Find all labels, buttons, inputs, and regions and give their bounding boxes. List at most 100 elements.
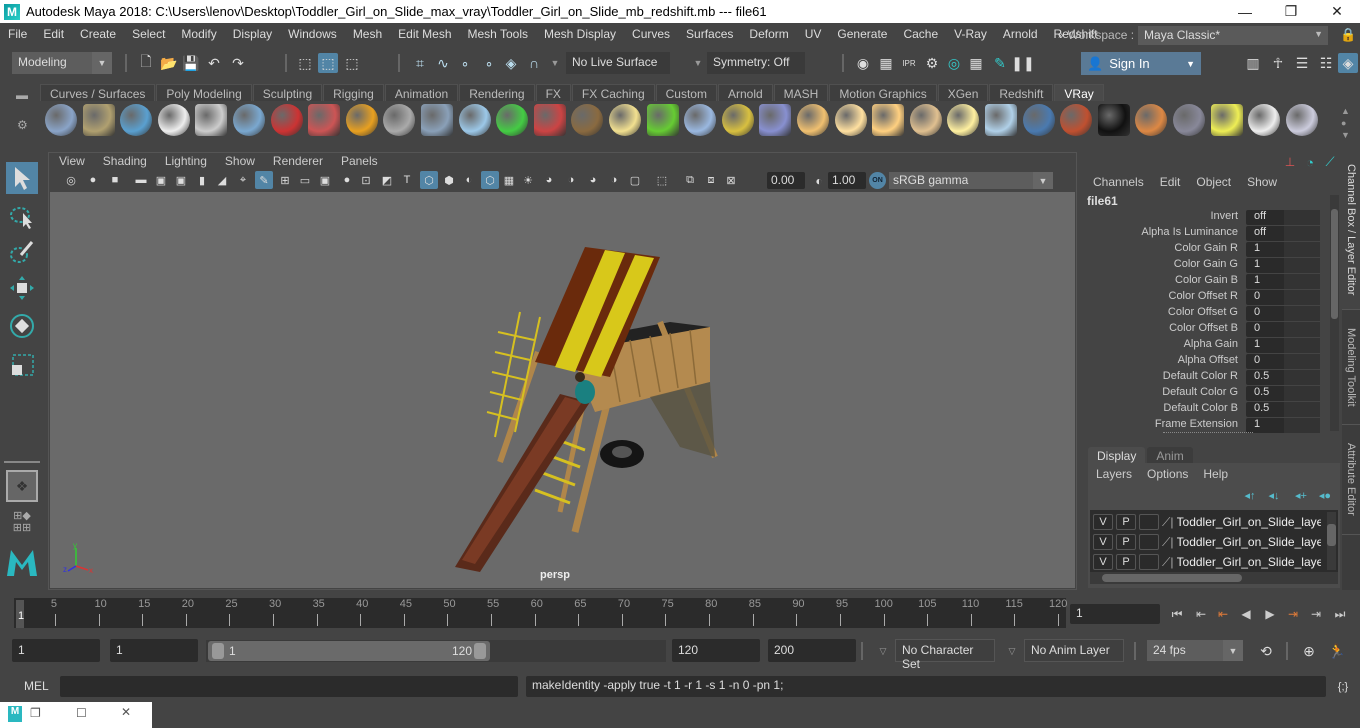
command-input[interactable]: [60, 676, 518, 697]
layer-row[interactable]: V P ⟋| Toddler_Girl_on_Slide_layer4: [1093, 553, 1321, 571]
backface-icon[interactable]: ⧈: [702, 171, 720, 189]
menu-edit-mesh[interactable]: Edit Mesh: [390, 27, 459, 41]
attribute-value[interactable]: off: [1246, 226, 1320, 241]
vray-logo-icon[interactable]: [157, 104, 190, 136]
restore-icon[interactable]: ❐: [30, 706, 41, 720]
channel-attribute-row[interactable]: Alpha Gain 1: [1090, 338, 1330, 353]
image-plane-icon[interactable]: ▬: [132, 171, 150, 189]
menu-mesh-tools[interactable]: Mesh Tools: [460, 27, 536, 41]
new-layer-icon[interactable]: ◂+: [1291, 485, 1311, 505]
vray-checker-icon[interactable]: [1097, 104, 1130, 136]
both-show-icon[interactable]: ⟋: [1320, 152, 1340, 172]
layer-name[interactable]: Toddler_Girl_on_Slide_layer4: [1177, 515, 1321, 529]
save-scene-icon[interactable]: 💾: [181, 53, 201, 73]
vray-fur-icon[interactable]: [646, 104, 679, 136]
snap-magnet-icon[interactable]: ∩: [524, 53, 544, 73]
paint-select-tool-icon[interactable]: [6, 236, 38, 268]
grid-icon[interactable]: ✎: [255, 171, 273, 189]
attribute-value[interactable]: 1: [1246, 274, 1320, 289]
attribute-value[interactable]: 0: [1246, 290, 1320, 305]
exposure-icon[interactable]: ⊠: [722, 171, 740, 189]
cb-menu-channels[interactable]: Channels: [1093, 175, 1144, 189]
rotate-tool-icon[interactable]: [6, 310, 38, 342]
menu-windows[interactable]: Windows: [280, 27, 345, 41]
vray-sphere-light2-icon[interactable]: [872, 104, 905, 136]
vray-camera-icon[interactable]: [270, 104, 303, 136]
menu-generate[interactable]: Generate: [829, 27, 895, 41]
menu-edit[interactable]: Edit: [35, 27, 72, 41]
channel-attribute-row[interactable]: Color Offset R 0: [1090, 290, 1330, 305]
layer-list-hscrollbar[interactable]: [1090, 572, 1338, 584]
overflow-chevron-icon[interactable]: »: [1058, 30, 1064, 41]
shelf-tab-vray[interactable]: VRay: [1054, 84, 1104, 102]
layer-color-swatch-icon[interactable]: ⟋|: [1162, 535, 1174, 550]
smooth-shade-icon[interactable]: ⬡: [420, 171, 438, 189]
shelf-tab-fx-caching[interactable]: FX Caching: [571, 84, 655, 102]
layer-row[interactable]: V P ⟋| Toddler_Girl_on_Slide_layer4: [1093, 513, 1321, 531]
light-editor-icon[interactable]: ✎: [990, 53, 1010, 73]
sign-in-button[interactable]: 👤 Sign In ▼: [1081, 52, 1201, 75]
isolate-select-icon[interactable]: ▢: [626, 171, 644, 189]
play-backward-icon[interactable]: ◀: [1237, 605, 1255, 623]
snap-live-icon[interactable]: ◈: [501, 53, 521, 73]
view-transform-dropdown[interactable]: sRGB gamma ▼: [889, 172, 1053, 189]
go-to-end-icon[interactable]: ⏭: [1331, 605, 1349, 623]
viewport-menu-shading[interactable]: Shading: [94, 154, 156, 170]
menu-select[interactable]: Select: [124, 27, 173, 41]
chevron-down-icon[interactable]: ▼: [545, 53, 565, 73]
minimize-button[interactable]: —: [1222, 0, 1268, 23]
tool-settings-toggle-icon[interactable]: ☷: [1316, 53, 1336, 73]
menu-cache[interactable]: Cache: [895, 27, 946, 41]
xray-active-icon[interactable]: ⧉: [681, 171, 699, 189]
wireframe-icon[interactable]: T: [398, 171, 416, 189]
render-frame-icon[interactable]: ▦: [876, 53, 896, 73]
film-gate-icon[interactable]: ⊞: [276, 171, 294, 189]
script-editor-icon[interactable]: {;}: [1333, 677, 1353, 697]
vray-molecule-icon[interactable]: [308, 104, 341, 136]
xray-joints-icon[interactable]: ⬚: [653, 171, 671, 189]
attribute-value[interactable]: 1: [1246, 418, 1320, 433]
script-language-toggle[interactable]: MEL: [24, 679, 49, 693]
move-layer-down-icon[interactable]: ◂↓: [1264, 485, 1284, 505]
channel-attribute-row[interactable]: Default Color R 0.5: [1090, 370, 1330, 385]
menu-arnold[interactable]: Arnold: [995, 27, 1046, 41]
character-set-field[interactable]: No Character Set: [895, 639, 995, 671]
menu-mesh-display[interactable]: Mesh Display: [536, 27, 624, 41]
ipr-render-icon[interactable]: IPR: [899, 53, 919, 73]
viewport-menu-panels[interactable]: Panels: [332, 154, 387, 170]
vray-list-icon[interactable]: [120, 104, 153, 136]
render-settings-icon[interactable]: ⚙: [922, 53, 942, 73]
playback-start-field[interactable]: 1: [110, 639, 198, 662]
animation-start-field[interactable]: 1: [12, 639, 100, 662]
range-slider-start-handle[interactable]: [212, 643, 224, 659]
channel-attribute-row[interactable]: Invert off: [1090, 210, 1330, 225]
cb-menu-show[interactable]: Show: [1247, 175, 1277, 189]
use-all-lights-icon[interactable]: ▦: [500, 171, 518, 189]
shelf-tab-custom[interactable]: Custom: [655, 84, 717, 102]
camera-attributes-icon[interactable]: ●: [84, 171, 102, 189]
shelf-tab-curves-surfaces[interactable]: Curves / Surfaces: [40, 84, 156, 102]
human-ik-toggle-icon[interactable]: ☥: [1268, 53, 1288, 73]
lasso-tool-icon[interactable]: [6, 200, 38, 232]
layer-name[interactable]: Toddler_Girl_on_Slide_layer4: [1177, 535, 1321, 549]
play-forward-icon[interactable]: ▶: [1261, 605, 1279, 623]
vray-settings-icon[interactable]: [1173, 104, 1205, 136]
channel-box-toggle-icon[interactable]: ◈: [1338, 53, 1358, 73]
channel-attribute-row[interactable]: Color Gain R 1: [1090, 242, 1330, 257]
symmetry-dropdown[interactable]: Symmetry: Off: [707, 52, 805, 74]
vray-ies-light-icon[interactable]: [909, 104, 942, 136]
select-hierarchy-icon[interactable]: ⬚: [295, 53, 315, 73]
layer-menu-layers[interactable]: Layers: [1096, 467, 1132, 481]
shelf-tab-motion-graphics[interactable]: Motion Graphics: [829, 84, 937, 102]
snap-grid-icon[interactable]: ⌗: [410, 53, 430, 73]
select-object-icon[interactable]: ⬚: [318, 53, 338, 73]
attribute-value[interactable]: 0.5: [1246, 370, 1320, 385]
side-tab-channel-box[interactable]: Channel Box / Layer Editor: [1342, 150, 1360, 310]
animation-end-field[interactable]: 200: [768, 639, 856, 662]
select-component-icon[interactable]: ⬚: [342, 53, 362, 73]
go-to-start-icon[interactable]: ⏮: [1168, 605, 1186, 623]
layer-playback-toggle[interactable]: P: [1116, 534, 1136, 550]
screen-space-ao-icon[interactable]: ◕: [540, 171, 558, 189]
vray-volume-icon[interactable]: [496, 104, 529, 136]
shelf-tab-rigging[interactable]: Rigging: [323, 84, 384, 102]
